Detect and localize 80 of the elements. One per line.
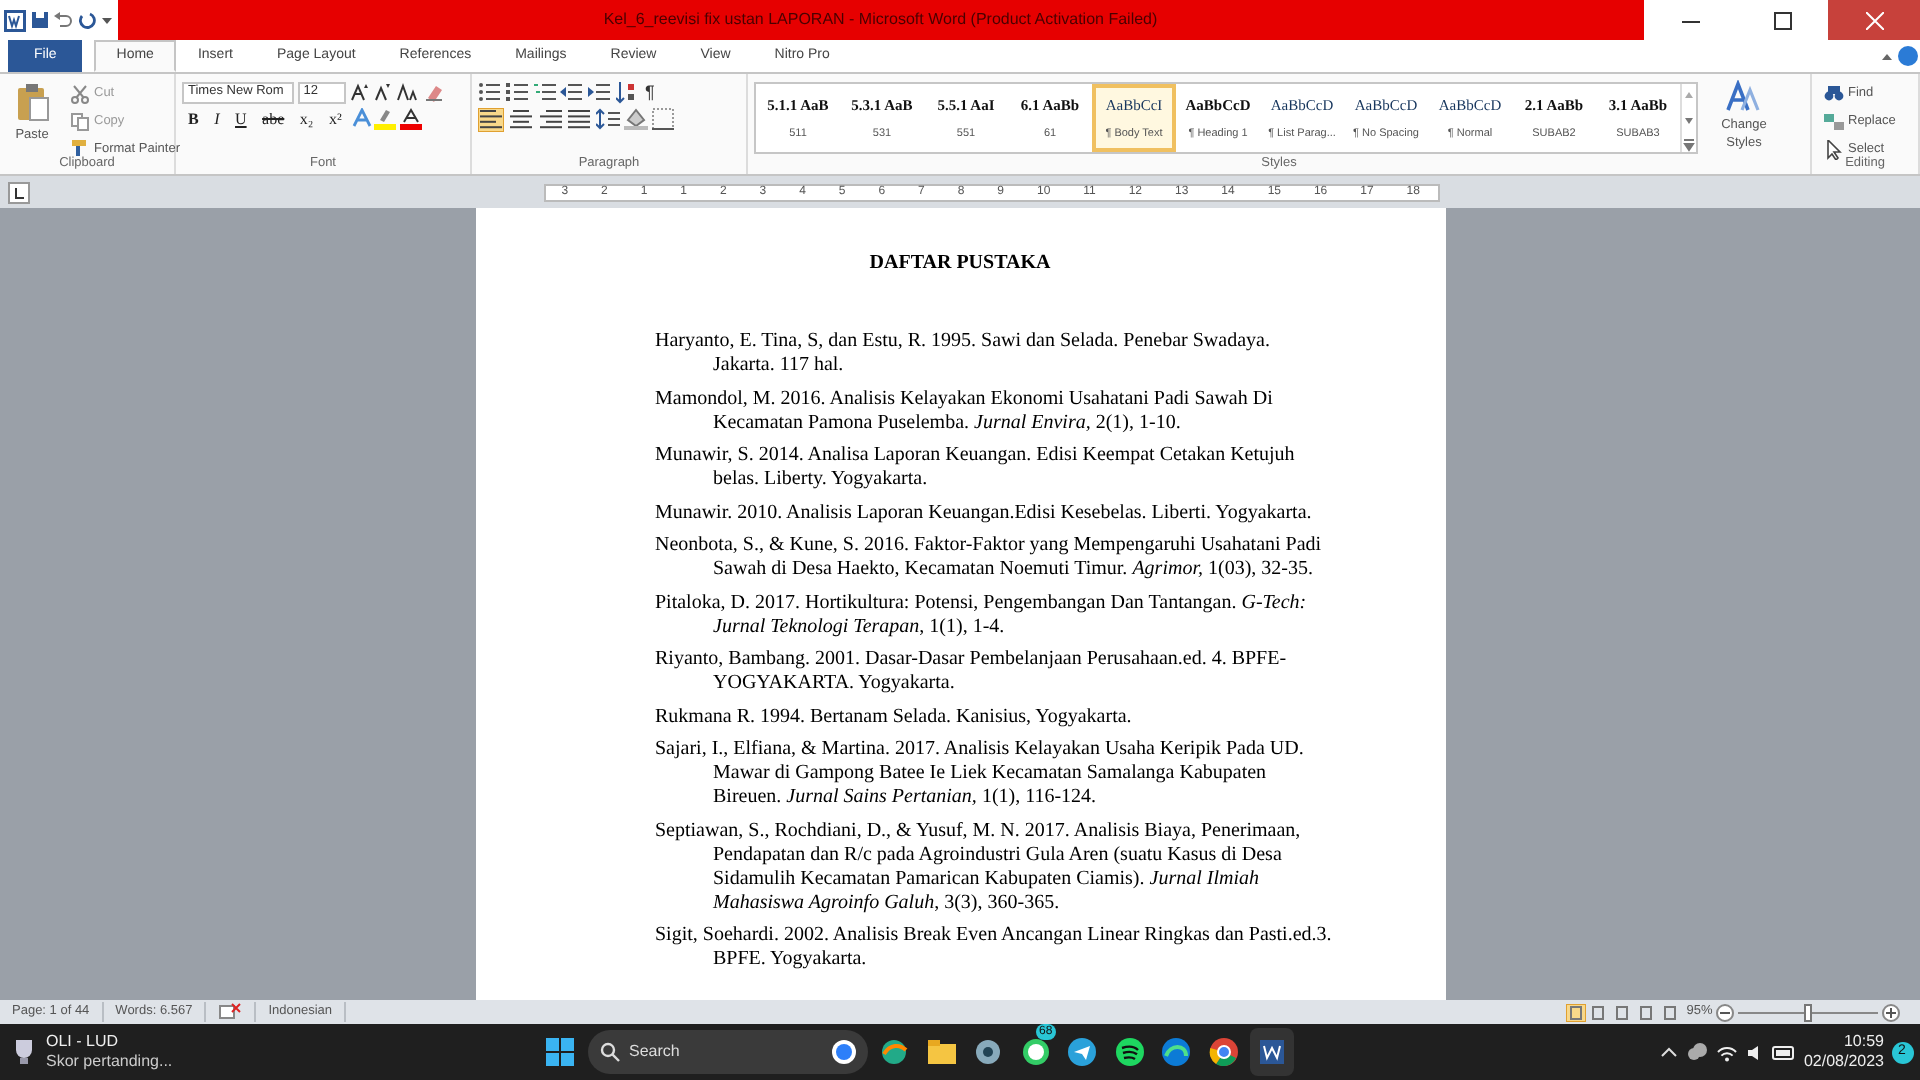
battery-icon[interactable]	[1772, 1043, 1797, 1061]
zoom-out-icon[interactable]	[1716, 1003, 1734, 1021]
reference-entry: Riyanto, Bambang. 2001. Dasar-Dasar Pembelanjaan Perusahaan.ed. 4. BPFE-YOGYAKARTA. Yogyakarta.	[655, 648, 1289, 696]
paintbrush-icon	[70, 138, 90, 159]
redo-icon[interactable]	[76, 10, 96, 30]
line-spacing-icon[interactable]	[596, 108, 620, 130]
reference-entry: Sigit, Soehardi. 2002. Analisis Break Even Ancangan Linear Ringkas dan Pasti.ed.3. BPFE. Yogyakarta.	[655, 924, 1333, 972]
format-button[interactable]: x₂	[293, 107, 320, 129]
numbering-icon[interactable]	[505, 81, 530, 104]
format-button[interactable]: B	[182, 107, 205, 129]
reference-entry: Pitaloka, D. 2017. Hortikultura: Potensi, Pengembangan Dan Tantangan. G-Tech: Jurnal Teknologi Terapan, 1(1), 1-4.	[655, 591, 1309, 639]
notification-text: Skor pertanding...	[46, 1052, 173, 1072]
folder-icon[interactable]	[925, 1036, 957, 1068]
align-left-icon[interactable]	[478, 107, 504, 131]
clipboard-icon	[14, 82, 50, 122]
copy-icon	[70, 111, 90, 131]
reference-entry: Munawir, S. 2014. Analisa Laporan Keuangan. Edisi Keempat Cetakan Ketujuh belas. Liberty. Yogyakarta.	[655, 444, 1297, 492]
format-button[interactable]: x²	[322, 107, 348, 129]
tab-selector-icon[interactable]	[7, 181, 29, 203]
print-layout-icon[interactable]	[1565, 1003, 1586, 1021]
sound-waves-icon[interactable]	[1113, 1036, 1145, 1068]
shading-icon[interactable]	[623, 108, 648, 130]
chevron-up-icon[interactable]	[1660, 1043, 1679, 1061]
colorful-swirl-icon[interactable]	[878, 1036, 910, 1068]
draft-icon[interactable]	[1659, 1003, 1680, 1021]
reference-entry: Sajari, I., Elfiana, & Martina. 2017. Analisis Kelayakan Usaha Keripik Pada UD. Mawar di Gampong Batee Ie Liek Kecamatan Samalanga Kabupaten Bireuen. Jurnal Sains Pertanian, 1(1), 116-124.	[655, 738, 1306, 810]
grow-font-icon[interactable]	[349, 82, 369, 103]
reference-entry: Haryanto, E. Tina, S, dan Estu, R. 1995. Sawi dan Selada. Penebar Swadaya. Jakarta. 117 hal.	[655, 330, 1272, 378]
font-color-icon[interactable]	[400, 107, 423, 129]
wifi-icon[interactable]	[1716, 1043, 1739, 1061]
proofing-icon[interactable]	[218, 1002, 243, 1022]
word-icon[interactable]	[1256, 1036, 1288, 1068]
format-button[interactable]: I	[208, 107, 226, 129]
web-layout-icon[interactable]	[1612, 1003, 1633, 1021]
window-title: Kel_6_reevisi fix ustan LAPORAN - Microsoft Word (Product Activation Failed)	[603, 8, 1158, 32]
document-heading: DAFTAR PUSTAKA	[867, 252, 1053, 276]
zoom-slider-thumb[interactable]	[1803, 1003, 1812, 1021]
clock-date[interactable]: 02/08/2023	[1803, 1052, 1884, 1072]
cloud-icon[interactable]	[1685, 1042, 1710, 1062]
undo-icon[interactable]	[52, 10, 73, 30]
bullets-icon[interactable]	[478, 81, 502, 104]
clear-format-icon[interactable]	[423, 82, 444, 103]
search-field[interactable]: Search	[587, 1030, 867, 1074]
notification-title: OLI - LUD	[46, 1032, 121, 1052]
reference-entry: Neonbota, S., & Kune, S. 2016. Faktor-Faktor yang Mempengaruhi Usahatani Padi Sawah di Desa Haekto, Kecamatan Noemuti Timur. Agrimor, 1(03), 32-35.	[655, 534, 1324, 582]
format-button[interactable]: abe	[256, 107, 291, 129]
scissors-icon	[70, 83, 90, 104]
cursor-icon	[1824, 139, 1844, 160]
reference-entry: Munawir. 2010. Analisis Laporan Keuangan.Edisi Kesebelas. Liberti. Yogyakarta.	[655, 501, 1314, 525]
search-icon	[599, 1042, 619, 1062]
replace-icon	[1824, 111, 1844, 132]
reading-icon[interactable]	[1588, 1003, 1609, 1021]
browser-circle-icon[interactable]	[1207, 1036, 1239, 1068]
word-icon[interactable]	[3, 9, 26, 31]
paper-plane-icon[interactable]	[1066, 1036, 1098, 1068]
save-icon[interactable]	[29, 10, 49, 30]
align-justify-icon[interactable]	[566, 107, 593, 131]
clock-time[interactable]: 10:59	[1843, 1032, 1884, 1052]
show-formatting-button[interactable]: ¶	[639, 81, 661, 104]
binoculars-icon	[1824, 83, 1844, 104]
zoom-in-icon[interactable]	[1881, 1003, 1899, 1021]
format-button[interactable]: U	[229, 107, 253, 129]
reference-entry: Septiawan, S., Rochdiani, D., & Yusuf, M. N. 2017. Analisis Biaya, Penerimaan, Pendapatan dan R/c pada Agroindustri Gula Aren (suatu Kasus di Desa Sidamulih Kecamatan Pamarican Kabupaten Ciamis). Jurnal Ilmiah Mahasiswa Agroinfo Galuh, 3(3), 360-365.	[655, 819, 1303, 915]
align-right-icon[interactable]	[537, 107, 563, 131]
borders-icon[interactable]	[651, 108, 673, 130]
styles-letters-icon	[1726, 80, 1762, 112]
close-icon[interactable]	[1865, 11, 1883, 29]
shrink-font-icon[interactable]	[372, 82, 393, 103]
decrease-indent-icon[interactable]	[560, 81, 585, 104]
align-center-icon[interactable]	[507, 107, 534, 131]
reference-entry: Rukmana R. 1994. Bertanam Selada. Kanisius, Yogyakarta.	[655, 705, 1134, 729]
outline-icon[interactable]	[1635, 1003, 1656, 1021]
start-icon[interactable]	[544, 1036, 576, 1068]
increase-indent-icon[interactable]	[588, 81, 612, 104]
reference-entry: Mamondol, M. 2016. Analisis Kelayakan Ekonomi Usahatani Padi Sawah Di Kecamatan Pamona Puselemba. Jurnal Envira, 2(1), 1-10.	[655, 387, 1275, 435]
wave-circle-icon[interactable]	[1160, 1036, 1192, 1068]
multilevel-list-icon[interactable]	[533, 81, 557, 104]
sort-icon[interactable]	[615, 81, 636, 104]
chat-bubble-icon[interactable]	[1019, 1036, 1051, 1068]
maximize-icon[interactable]	[1773, 11, 1791, 29]
